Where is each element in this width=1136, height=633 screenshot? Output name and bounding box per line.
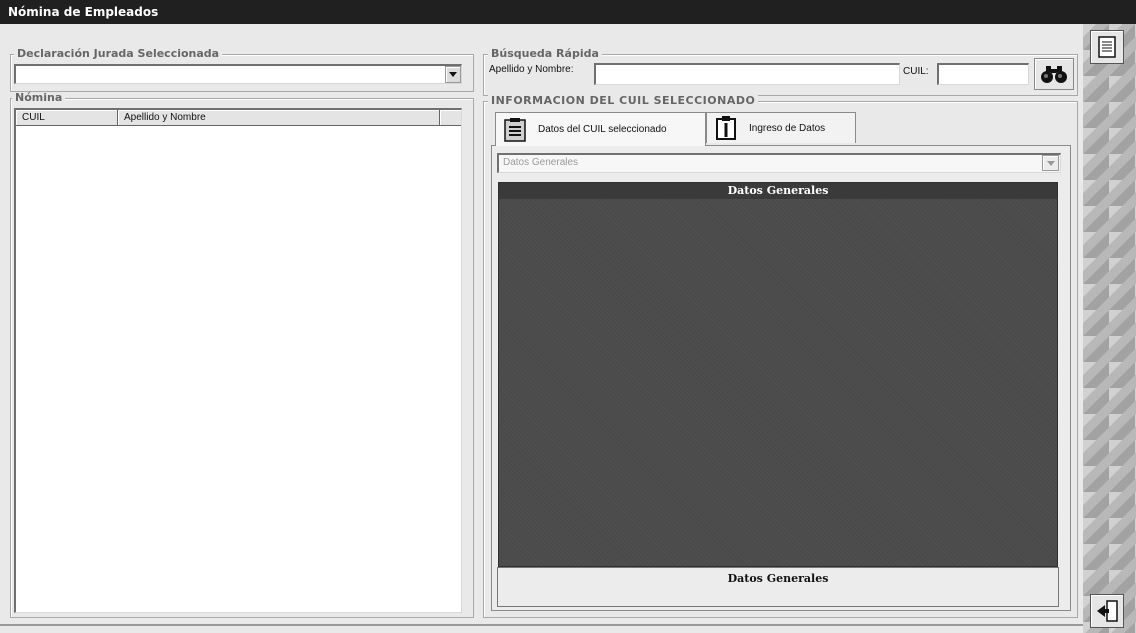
section-select-value: Datos Generales — [503, 157, 579, 168]
section-dropdown-button[interactable] — [1042, 155, 1059, 171]
datos-generales-header: Datos Generales — [499, 183, 1057, 199]
chevron-down-icon — [1046, 160, 1055, 166]
chevron-down-icon — [449, 72, 457, 77]
busqueda-cuil-input[interactable] — [937, 63, 1029, 85]
tab-datos-cuil[interactable]: Datos del CUIL seleccionado — [495, 112, 706, 146]
datos-generales-footer: Datos Generales — [497, 567, 1059, 607]
busqueda-cuil-label: CUIL: — [903, 66, 929, 77]
busqueda-name-input[interactable] — [594, 63, 900, 85]
search-button[interactable] — [1034, 58, 1074, 90]
exit-door-icon — [1097, 600, 1118, 622]
declaracion-select[interactable] — [14, 64, 462, 84]
column-header-apellido-nombre[interactable]: Apellido y Nombre — [118, 110, 440, 126]
exit-button[interactable] — [1090, 594, 1124, 628]
busqueda-name-label: Apellido y Nombre: — [489, 64, 574, 75]
tab-ingreso-datos-label: Ingreso de Datos — [749, 122, 826, 134]
clipboard-pen-icon — [716, 116, 736, 140]
nomina-list[interactable]: CUIL Apellido y Nombre — [14, 108, 462, 613]
list-document-icon — [1098, 36, 1116, 58]
busqueda-legend: Búsqueda Rápida — [488, 48, 602, 60]
nomina-legend: Nómina — [12, 92, 66, 104]
declaracion-legend: Declaración Jurada Seleccionada — [14, 48, 223, 60]
bottom-edge — [0, 624, 1083, 626]
column-header-filler — [440, 110, 461, 126]
section-select[interactable]: Datos Generales — [497, 153, 1061, 173]
side-decoration — [1083, 24, 1136, 633]
tab-datos-cuil-label: Datos del CUIL seleccionado — [538, 124, 667, 135]
binoculars-icon — [1041, 66, 1067, 83]
clipboard-list-icon — [504, 117, 526, 142]
window-title: Nómina de Empleados — [0, 0, 1136, 24]
info-legend: INFORMACION DEL CUIL SELECCIONADO — [488, 95, 759, 107]
tab-ingreso-datos[interactable]: Ingreso de Datos — [706, 112, 856, 143]
column-header-cuil[interactable]: CUIL — [16, 110, 118, 126]
datos-generales-panel: Datos Generales — [498, 182, 1058, 567]
declaracion-dropdown-button[interactable] — [445, 66, 461, 83]
list-document-button[interactable] — [1090, 30, 1124, 64]
